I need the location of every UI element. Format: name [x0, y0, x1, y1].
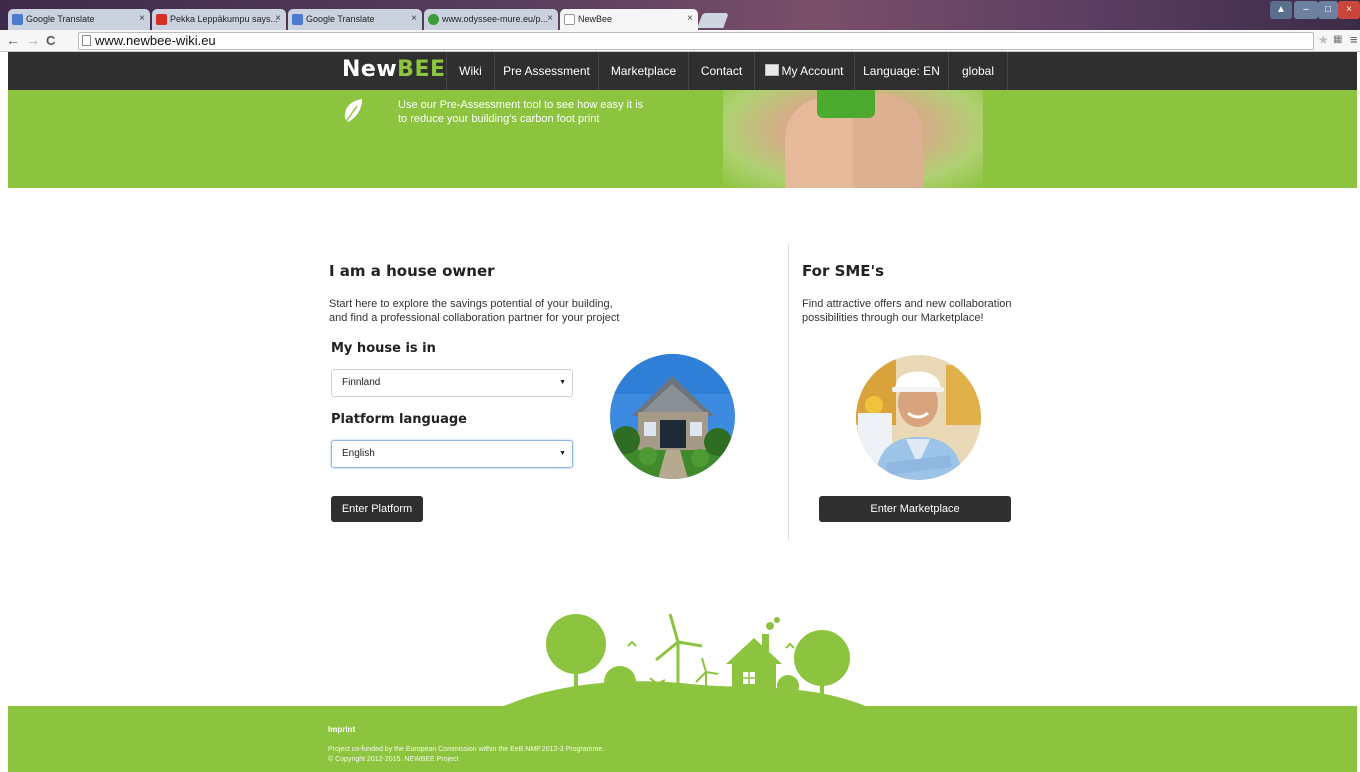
language-select[interactable]: English ▼ — [331, 440, 573, 468]
close-window-button[interactable]: × — [1338, 1, 1360, 19]
enter-platform-button[interactable]: Enter Platform — [331, 496, 423, 522]
sme-description: Find attractive offers and new collabora… — [802, 297, 1012, 325]
browser-tab-google-translate-2[interactable]: Google Translate × — [288, 9, 422, 30]
account-icon — [765, 64, 780, 76]
owner-description: Start here to explore the savings potent… — [329, 297, 619, 325]
footer-note: Project co-funded by the European Commis… — [328, 745, 604, 765]
new-tab-button[interactable] — [697, 13, 729, 28]
nav-contact[interactable]: Contact — [688, 52, 754, 90]
language-select-value: English — [342, 448, 375, 459]
browser-tab-newbee[interactable]: NewBee × — [560, 9, 698, 30]
nav-marketplace[interactable]: Marketplace — [598, 52, 688, 90]
tab-close-icon[interactable]: × — [275, 13, 281, 24]
column-divider — [788, 244, 789, 540]
logo-text: New — [342, 57, 398, 82]
language-label: Platform language — [331, 412, 467, 427]
tab-title: Pekka Leppäkumpu says... — [170, 14, 279, 24]
footer-note-line-1: Project co-funded by the European Commis… — [328, 746, 605, 753]
nav-pre-assessment[interactable]: Pre Assessment — [494, 52, 598, 90]
nav-my-account-label: My Account — [781, 64, 844, 78]
site-footer: Imprint Project co-funded by the Europea… — [8, 706, 1357, 772]
hero-line-1: Use our Pre-Assessment tool to see how e… — [398, 99, 644, 111]
nav-language[interactable]: Language: EN — [854, 52, 948, 90]
google-translate-icon — [12, 14, 23, 25]
newbee-logo[interactable]: NewBEE — [342, 57, 446, 82]
minimize-button[interactable]: – — [1294, 1, 1318, 19]
logo-accent-text: BEE — [397, 57, 446, 82]
url-text: www.newbee-wiki.eu — [95, 33, 216, 48]
nav-wiki[interactable]: Wiki — [446, 52, 494, 90]
leaf-icon — [344, 99, 362, 124]
tab-title: NewBee — [578, 14, 613, 24]
browser-toolbar: ← → C www.newbee-wiki.eu ★ ▦ ≡ — [0, 30, 1360, 52]
chevron-down-icon: ▼ — [559, 450, 566, 457]
browser-tab-google-translate[interactable]: Google Translate × — [8, 9, 150, 30]
tab-close-icon[interactable]: × — [547, 13, 553, 24]
sme-desc-line-2: possibilities through our Marketplace! — [802, 312, 984, 324]
nav-my-account[interactable]: My Account — [754, 52, 854, 90]
tab-close-icon[interactable]: × — [687, 13, 693, 24]
menu-icon[interactable]: ≡ — [1350, 32, 1358, 47]
country-select-value: Finnland — [342, 377, 381, 388]
house-photo — [610, 354, 735, 479]
google-translate-icon — [292, 14, 303, 25]
footer-note-line-2: © Copyright 2012-2015. NEWBEE Project — [328, 756, 459, 763]
chevron-down-icon: ▼ — [559, 379, 566, 386]
owner-desc-line-1: Start here to explore the savings potent… — [329, 298, 613, 310]
country-select[interactable]: Finnland ▼ — [331, 369, 573, 397]
page-icon — [82, 35, 91, 46]
imprint-link[interactable]: Imprint — [328, 725, 355, 734]
worker-photo — [856, 355, 981, 480]
forward-button[interactable]: → — [26, 32, 40, 48]
sme-title: For SME's — [802, 262, 885, 280]
tab-close-icon[interactable]: × — [139, 13, 145, 24]
tab-title: Google Translate — [306, 14, 375, 24]
site-navbar: NewBEE Wiki Pre Assessment Marketplace C… — [8, 52, 1357, 90]
eco-landscape-illustration — [500, 613, 870, 708]
hands-holding-house-image — [723, 90, 983, 188]
maximize-button[interactable]: □ — [1318, 1, 1338, 19]
owner-desc-line-2: and find a professional collaboration pa… — [329, 312, 620, 324]
page-icon — [564, 14, 575, 25]
hero-line-2: to reduce your building's carbon foot pr… — [398, 113, 600, 125]
hero-banner: Use our Pre-Assessment tool to see how e… — [8, 90, 1357, 188]
browser-tab-bar: Google Translate × Pekka Leppäkumpu says… — [0, 0, 1360, 30]
bookmark-star-icon[interactable]: ★ — [1318, 33, 1329, 47]
country-label: My house is in — [331, 341, 436, 356]
browser-tab-gmail[interactable]: Pekka Leppäkumpu says... × — [152, 9, 286, 30]
enter-marketplace-button[interactable]: Enter Marketplace — [819, 496, 1011, 522]
reload-button[interactable]: C — [46, 33, 55, 48]
globe-icon — [428, 14, 439, 25]
tab-close-icon[interactable]: × — [411, 13, 417, 24]
tab-title: www.odyssee-mure.eu/p... — [442, 14, 549, 24]
gmail-icon — [156, 14, 167, 25]
green-house-model — [817, 90, 875, 118]
address-bar[interactable]: www.newbee-wiki.eu — [78, 32, 1314, 50]
hero-tagline: Use our Pre-Assessment tool to see how e… — [398, 98, 658, 126]
owner-title: I am a house owner — [329, 262, 495, 280]
browser-tab-odyssee[interactable]: www.odyssee-mure.eu/p... × — [424, 9, 558, 30]
sme-desc-line-1: Find attractive offers and new collabora… — [802, 298, 1012, 310]
user-profile-icon[interactable]: ▲ — [1270, 1, 1292, 19]
extension-icon[interactable]: ▦ — [1333, 34, 1342, 45]
nav-global[interactable]: global — [948, 52, 1008, 90]
tab-title: Google Translate — [26, 14, 95, 24]
back-button[interactable]: ← — [6, 32, 20, 48]
